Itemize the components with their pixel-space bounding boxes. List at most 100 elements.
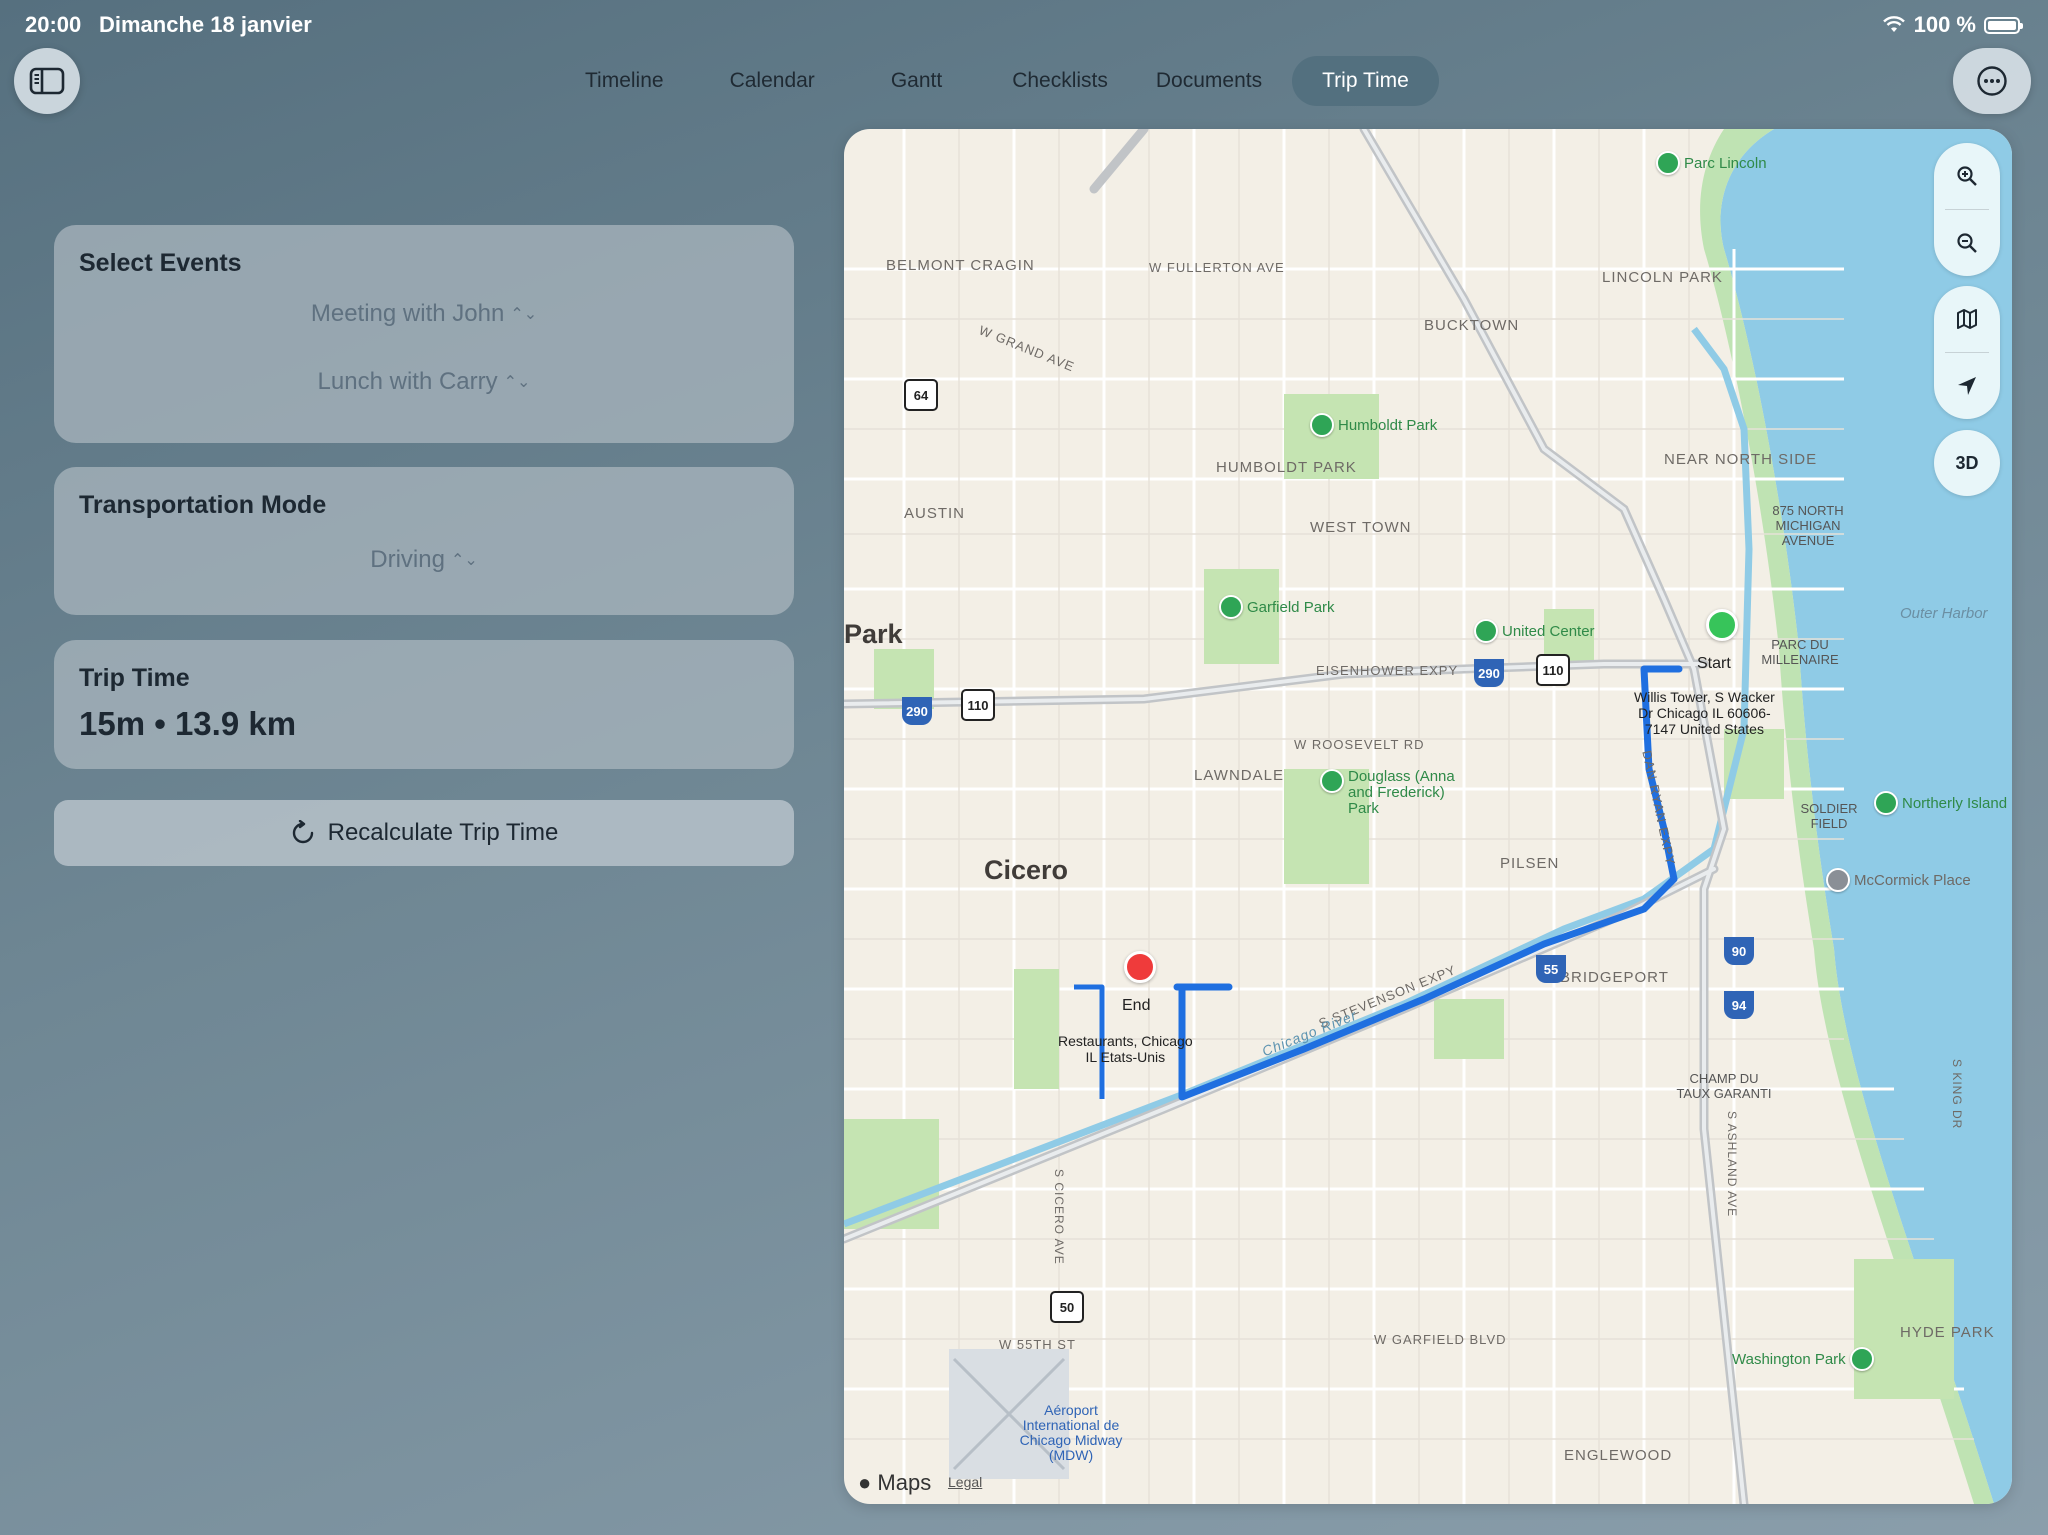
transport-mode-value: Driving (370, 546, 445, 573)
area-label: ENGLEWOOD (1564, 1447, 1673, 1464)
recalculate-label: Recalculate Trip Time (327, 819, 559, 846)
area-label: PILSEN (1500, 855, 1560, 872)
tab-calendar[interactable]: Calendar (694, 56, 851, 106)
start-marker[interactable] (1706, 609, 1738, 641)
route-shield: 50 (1050, 1291, 1084, 1323)
interstate-shield: 290 (1474, 659, 1504, 687)
map-type-button[interactable] (1934, 286, 2000, 352)
tree-icon (1849, 1347, 1874, 1371)
park-name: United Center (1502, 622, 1595, 640)
trip-time-card: Trip Time 15m • 13.9 km (54, 640, 794, 769)
transport-mode-picker[interactable]: Driving ⌃⌄ (79, 546, 769, 574)
end-address: Restaurants, Chicago IL Etats-Unis (1058, 1033, 1193, 1065)
tab-timeline[interactable]: Timeline (555, 56, 694, 106)
tab-bar: Timeline Calendar Gantt Checklists Docum… (555, 56, 1439, 106)
park-label: Humboldt Park (1310, 413, 1437, 437)
map-view-controls (1934, 286, 2000, 419)
battery-icon (1984, 16, 2023, 34)
area-label: AUSTIN (904, 505, 966, 522)
chevron-up-down-icon: ⌃⌄ (503, 374, 531, 391)
street-label: W GARFIELD BLVD (1374, 1332, 1507, 1347)
area-label: BRIDGEPORT (1560, 969, 1669, 986)
route-map[interactable]: BELMONT CRAGIN LINCOLN PARK BUCKTOWN HUM… (844, 129, 2012, 1504)
park-label: Northerly Island (1874, 791, 2007, 815)
poi-label: CHAMP DU TAUX GARANTI (1676, 1071, 1772, 1101)
status-time: 20:00 (25, 12, 82, 37)
event-1-picker[interactable]: Meeting with John ⌃⌄ (79, 300, 769, 328)
event-1-value: Meeting with John (310, 300, 505, 327)
zoom-in-button[interactable] (1934, 143, 2000, 209)
apple-logo-icon: ● (858, 1470, 872, 1495)
transportation-mode-card: Transportation Mode Driving ⌃⌄ (54, 467, 794, 615)
select-events-title: Select Events (79, 249, 242, 277)
wifi-icon (1882, 16, 1905, 32)
water-label: Outer Harbor (1900, 605, 1988, 622)
street-label: S KING DR (1950, 1059, 1964, 1130)
maps-brand: ● Maps (858, 1470, 931, 1496)
event-2-value: Lunch with Carry (317, 368, 498, 395)
battery-percent: 100 % (1913, 12, 1976, 37)
tab-trip-time[interactable]: Trip Time (1292, 56, 1439, 106)
route-shield: 64 (904, 379, 938, 411)
poi-label: 875 NORTH MICHIGAN AVENUE (1772, 503, 1844, 548)
park-label: Parc Lincoln (1656, 151, 1767, 175)
park-label: Douglass (Anna and Frederick) Park (1320, 769, 1470, 817)
locate-button[interactable] (1934, 353, 2000, 419)
street-label: S CICERO AVE (1052, 1169, 1066, 1265)
tree-icon (1656, 151, 1680, 175)
location-arrow-icon (1958, 377, 1976, 395)
city-label: Cicero (984, 855, 1069, 885)
park-name: Douglass (Anna and Frederick) Park (1348, 768, 1455, 817)
end-address-line: Restaurants, Chicago (1058, 1033, 1193, 1049)
end-marker[interactable] (1124, 951, 1156, 983)
status-date: Dimanche 18 janvier (99, 12, 312, 37)
poi-label: PARC DU MILLENAIRE (1761, 637, 1839, 667)
area-label: BELMONT CRAGIN (886, 257, 1035, 274)
street-label: S ASHLAND AVE (1725, 1111, 1739, 1218)
park-name: Garfield Park (1247, 598, 1335, 616)
trip-time-title: Trip Time (79, 664, 190, 692)
area-label: HYDE PARK (1900, 1324, 1995, 1341)
event-2-picker[interactable]: Lunch with Carry ⌃⌄ (79, 368, 769, 396)
area-label: BUCKTOWN (1424, 317, 1520, 334)
tree-icon (1310, 413, 1334, 437)
trip-time-value: 15m • 13.9 km (79, 705, 297, 742)
street-label: W FULLERTON AVE (1149, 260, 1285, 275)
interstate-shield: 55 (1536, 955, 1566, 983)
maps-brand-text: Maps (877, 1470, 932, 1495)
tree-icon (1320, 769, 1344, 793)
poi-label: SOLDIER FIELD (1800, 801, 1858, 831)
park-label: United Center (1474, 619, 1595, 643)
zoom-out-button[interactable] (1934, 210, 2000, 276)
more-options-button[interactable] (1953, 48, 2031, 114)
zoom-out-icon (1957, 233, 1977, 253)
tab-documents[interactable]: Documents (1138, 56, 1280, 106)
area-label: LINCOLN PARK (1602, 269, 1723, 286)
start-label: Start (1697, 655, 1731, 672)
start-address: Willis Tower, S Wacker Dr Chicago IL 606… (1634, 689, 1775, 737)
end-address-line: IL Etats-Unis (1085, 1049, 1166, 1065)
park-name: Northerly Island (1902, 794, 2008, 812)
start-address-line: Willis Tower, S Wacker (1634, 689, 1775, 705)
chevron-up-down-icon: ⌃⌄ (510, 306, 538, 323)
street-label: W ROOSEVELT RD (1294, 737, 1425, 752)
sidebar-toggle-button[interactable] (14, 48, 80, 114)
park-name: Humboldt Park (1338, 416, 1438, 434)
3d-button[interactable]: 3D (1934, 430, 2000, 496)
legal-link[interactable]: Legal (948, 1474, 982, 1490)
tab-gantt[interactable]: Gantt (851, 56, 982, 106)
city-label: Park (844, 619, 903, 649)
sidebar-icon (29, 67, 65, 95)
park-label: Washington Park (1732, 1347, 1874, 1371)
interstate-shield: 90 (1724, 937, 1754, 965)
tree-icon (1219, 595, 1243, 619)
area-label: HUMBOLDT PARK (1216, 459, 1357, 476)
tab-checklists[interactable]: Checklists (982, 56, 1138, 106)
status-bar: 20:00 Dimanche 18 janvier 100 % (0, 0, 2048, 48)
start-address-line: 7147 United States (1644, 721, 1764, 737)
recalculate-button[interactable]: Recalculate Trip Time (54, 800, 794, 866)
zoom-controls (1934, 143, 2000, 276)
interstate-shield: 290 (902, 697, 932, 725)
park-name: Washington Park (1732, 1350, 1846, 1368)
end-label: End (1122, 997, 1151, 1014)
